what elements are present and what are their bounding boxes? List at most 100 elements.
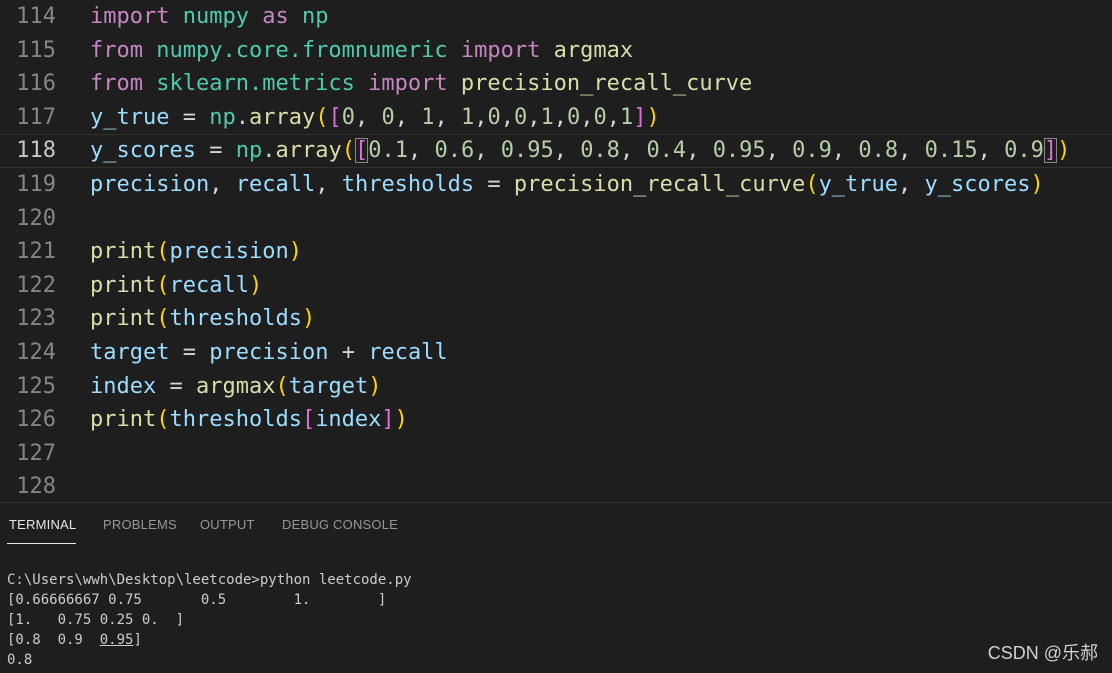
code-token: )	[248, 272, 263, 298]
code-token: y_scores	[924, 171, 1031, 197]
code-text: y_scores = np.array([0.1, 0.6, 0.95, 0.8…	[90, 134, 1070, 168]
code-token: ,	[407, 138, 435, 164]
watermark: CSDN @乐郝	[987, 643, 1098, 663]
code-token: )	[301, 306, 316, 332]
code-token: target	[90, 339, 170, 365]
line-number: 125	[16, 373, 56, 399]
code-token: =	[474, 171, 514, 197]
code-token: (	[156, 306, 170, 332]
terminal-text: [0.8 0.9	[7, 632, 100, 648]
code-token: ,	[580, 104, 594, 130]
code-token: 0	[566, 104, 581, 130]
code-line[interactable]: 115 from numpy.core.fromnumeric import ar…	[0, 34, 1112, 68]
line-number: 116	[16, 71, 56, 97]
code-token: 0	[341, 104, 355, 130]
tab-output[interactable]: OUTPUT	[200, 517, 255, 532]
code-token: np	[209, 104, 236, 130]
tab-terminal[interactable]: TERMINAL	[9, 517, 76, 532]
code-token: ,	[831, 138, 859, 164]
code-token: 0	[593, 104, 607, 130]
terminal-output-line: [1. 0.75 0.25 0. ]	[7, 612, 185, 628]
code-token: y_true	[818, 171, 899, 197]
code-token: )	[1057, 138, 1071, 164]
code-line[interactable]: 121 print(precision)	[0, 235, 1112, 269]
code-token: 0	[487, 104, 501, 130]
code-token: recall	[368, 339, 448, 365]
code-token: +	[328, 339, 369, 365]
code-token: as	[262, 4, 289, 29]
tab-problems[interactable]: PROBLEMS	[103, 517, 177, 532]
code-token: from	[90, 37, 143, 63]
code-token: import	[90, 4, 170, 29]
code-token: np	[235, 138, 263, 164]
code-text: print(precision)	[90, 235, 302, 269]
line-number: 124	[16, 339, 56, 365]
code-text: print(recall)	[90, 269, 262, 303]
code-editor[interactable]: 114 import numpy as np 115 from numpy.core.…	[0, 0, 1112, 502]
code-token: ,	[686, 138, 713, 164]
code-token: sklearn.metrics	[156, 71, 355, 97]
code-token: thresholds	[169, 306, 302, 332]
code-token: )	[368, 373, 382, 399]
code-text: print(thresholds[index])	[90, 403, 408, 437]
code-text: from sklearn.metrics import precision_re…	[90, 67, 752, 101]
code-line[interactable]: 120	[0, 202, 1112, 236]
code-token: recall	[235, 171, 316, 197]
code-text: index = argmax(target)	[90, 370, 381, 404]
code-token: ,	[977, 138, 1005, 164]
code-token: numpy.core.fromnumeric	[156, 37, 448, 63]
code-token: from	[90, 71, 143, 97]
code-line[interactable]: 114 import numpy as np	[0, 0, 1112, 34]
code-line[interactable]: 123 print(thresholds)	[0, 302, 1112, 336]
code-token: y_scores	[90, 138, 196, 164]
code-token: (	[156, 239, 170, 265]
code-token: ]	[381, 407, 395, 433]
code-line[interactable]: 126 print(thresholds[index])	[0, 403, 1112, 437]
code-token: (	[341, 138, 355, 164]
line-number: 127	[16, 440, 56, 466]
code-token: ,	[394, 104, 422, 130]
code-token: ,	[354, 104, 382, 130]
code-token: print	[90, 306, 157, 332]
code-token: [	[328, 104, 342, 130]
code-text: print(thresholds)	[90, 302, 315, 336]
code-token: 0	[513, 104, 528, 130]
code-line[interactable]: 122 print(recall)	[0, 269, 1112, 303]
code-token: 0.95	[712, 138, 766, 164]
line-number: 121	[16, 239, 56, 265]
code-token: )	[288, 239, 302, 265]
code-token: print	[90, 272, 157, 298]
code-token: 0.6	[434, 138, 475, 164]
line-number: 115	[16, 37, 56, 63]
bottom-panel: TERMINAL PROBLEMS OUTPUT DEBUG CONSOLE C…	[0, 502, 1112, 673]
code-line[interactable]: 117 y_true = np.array([0, 0, 1, 1,0,0,1,0…	[0, 101, 1112, 135]
code-token: numpy	[182, 4, 249, 29]
line-number: 114	[16, 4, 56, 29]
code-token: 0.15	[924, 138, 978, 164]
code-line[interactable]: 124 target = precision + recall	[0, 336, 1112, 370]
code-token: index	[315, 407, 382, 433]
code-token: ,	[474, 138, 501, 164]
tab-debug-console[interactable]: DEBUG CONSOLE	[282, 517, 398, 532]
code-line[interactable]: 118 y_scores = np.array([0.1, 0.6, 0.95, …	[0, 134, 1112, 168]
panel-tab-bar: TERMINAL PROBLEMS OUTPUT DEBUG CONSOLE	[0, 503, 1112, 547]
code-token: (	[805, 171, 819, 197]
code-token: ,	[898, 171, 925, 197]
code-line[interactable]: 119 precision, recall, thresholds = preci…	[0, 168, 1112, 202]
code-token: print	[90, 239, 157, 265]
line-number: 123	[16, 306, 56, 332]
code-text: import numpy as np	[90, 0, 328, 34]
code-line[interactable]: 116 from sklearn.metrics import precision…	[0, 67, 1112, 101]
code-token: ,	[619, 138, 647, 164]
code-token: 0.8	[858, 138, 899, 164]
terminal-output[interactable]: C:\Users\wwh\Desktop\leetcode>python lee…	[7, 570, 1107, 670]
code-line[interactable]: 127	[0, 437, 1112, 471]
code-token: ]	[1043, 138, 1058, 164]
code-line[interactable]: 128	[0, 470, 1112, 502]
code-line[interactable]: 125 index = argmax(target)	[0, 370, 1112, 404]
terminal-output-line: [0.8 0.9 0.95]	[7, 630, 1107, 650]
